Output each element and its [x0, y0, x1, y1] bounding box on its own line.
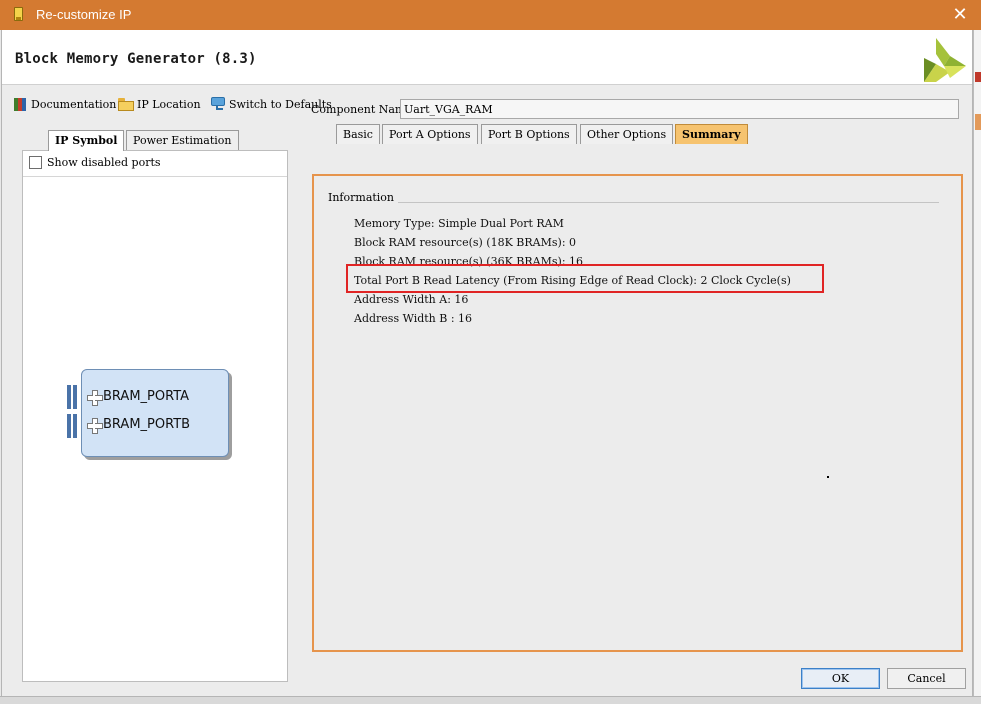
port-a-connector-icon[interactable] — [67, 385, 83, 409]
component-name-label: Component Name — [311, 102, 412, 116]
tab-power-estimation[interactable]: Power Estimation — [126, 130, 239, 150]
summary-address-width-a: Address Width A: 16 — [354, 293, 469, 306]
ip-location-button[interactable]: IP Location — [118, 96, 201, 112]
background-window-edge — [973, 30, 981, 704]
ok-button[interactable]: OK — [801, 668, 880, 689]
summary-memory-type: Memory Type: Simple Dual Port RAM — [354, 217, 564, 230]
summary-panel: Information Memory Type: Simple Dual Por… — [312, 174, 963, 652]
show-disabled-ports-label: Show disabled ports — [47, 156, 161, 169]
port-b[interactable]: BRAM_PORTB — [87, 417, 191, 434]
tab-other-options[interactable]: Other Options — [580, 124, 674, 144]
component-name-row: Component Name — [311, 98, 959, 120]
port-a[interactable]: BRAM_PORTA — [87, 389, 190, 406]
tab-port-a-options[interactable]: Port A Options — [382, 124, 478, 144]
tab-ip-symbol[interactable]: IP Symbol — [48, 130, 125, 151]
window-bottom-edge — [0, 696, 981, 704]
tab-basic[interactable]: Basic — [336, 124, 380, 144]
component-name-input[interactable] — [400, 99, 959, 119]
tab-port-b-options[interactable]: Port B Options — [481, 124, 577, 144]
information-heading: Information — [328, 191, 395, 204]
expand-plus-icon[interactable] — [87, 417, 103, 434]
port-b-label: BRAM_PORTB — [103, 417, 191, 432]
checkbox-box[interactable] — [29, 156, 42, 169]
window-title: Re-customize IP — [36, 7, 132, 22]
port-b-connector-icon[interactable] — [67, 414, 83, 438]
read-latency-highlight-box — [346, 264, 824, 293]
folder-icon — [118, 97, 134, 111]
tab-summary[interactable]: Summary — [675, 124, 748, 144]
xilinx-logo-icon — [924, 38, 966, 82]
window-title-bar[interactable]: Re-customize IP ✕ — [0, 0, 981, 30]
summary-18k-brams: Block RAM resource(s) (18K BRAMs): 0 — [354, 236, 577, 249]
summary-address-width-b: Address Width B : 16 — [354, 312, 473, 325]
app-icon — [14, 7, 23, 21]
close-icon[interactable]: ✕ — [945, 3, 975, 27]
documentation-button[interactable]: Documentation — [14, 96, 116, 112]
left-tab-bar: IP Symbol Power Estimation — [22, 130, 288, 151]
config-tab-bar: Basic Port A Options Port B Options Othe… — [336, 124, 756, 144]
ip-block-symbol[interactable] — [81, 369, 229, 457]
books-icon — [14, 97, 28, 111]
cancel-button[interactable]: Cancel — [887, 668, 966, 689]
dialog-header: Block Memory Generator (8.3) — [2, 30, 972, 85]
show-disabled-ports-checkbox[interactable]: Show disabled ports — [29, 156, 161, 169]
refresh-icon — [211, 97, 226, 111]
port-a-label: BRAM_PORTA — [103, 389, 190, 404]
expand-plus-icon[interactable] — [87, 389, 103, 406]
ip-title: Block Memory Generator (8.3) — [15, 51, 257, 67]
